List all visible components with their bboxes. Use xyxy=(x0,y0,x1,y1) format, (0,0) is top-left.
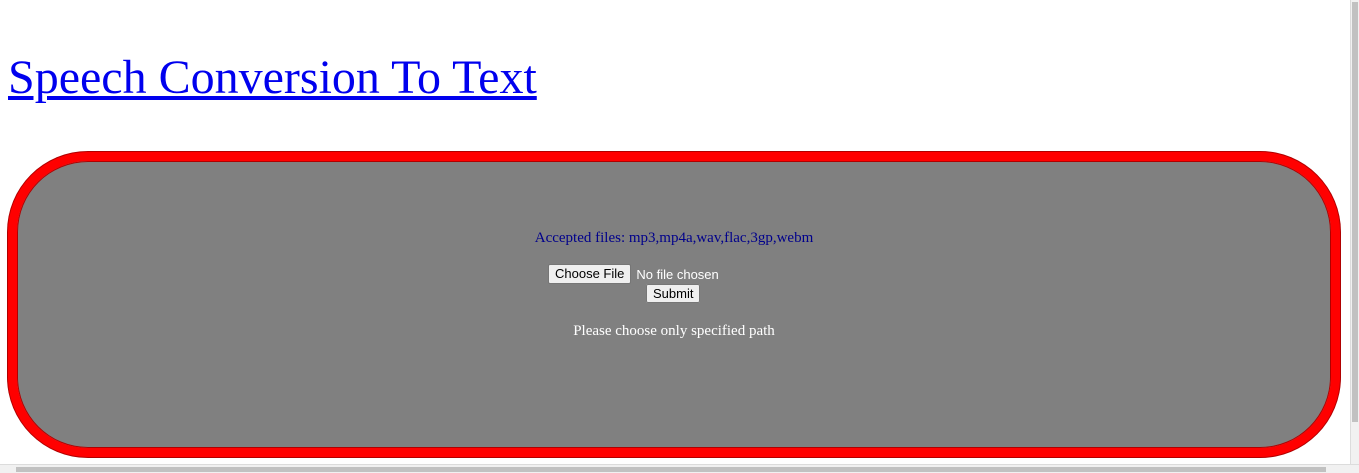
upload-panel: Accepted files: mp3,mp4a,wav,flac,3gp,we… xyxy=(8,152,1340,457)
file-status-text: No file chosen xyxy=(636,266,719,282)
page: Speech Conversion To Text Accepted files… xyxy=(0,0,1359,473)
title-link[interactable]: Speech Conversion To Text xyxy=(8,48,537,108)
submit-wrapper: Submit xyxy=(646,284,701,303)
choose-file-button[interactable]: Choose File xyxy=(548,264,632,284)
submit-button[interactable]: Submit xyxy=(646,284,701,303)
horizontal-scrollbar-thumb[interactable] xyxy=(16,467,1326,472)
file-input[interactable]: Choose File No file chosen xyxy=(548,264,719,284)
path-note-text: Please choose only specified path xyxy=(573,323,775,339)
horizontal-scrollbar[interactable] xyxy=(0,464,1359,473)
vertical-scrollbar[interactable] xyxy=(1350,0,1359,465)
vertical-scrollbar-thumb[interactable] xyxy=(1352,2,1358,422)
accepted-files-text: Accepted files: mp3,mp4a,wav,flac,3gp,we… xyxy=(534,230,814,246)
